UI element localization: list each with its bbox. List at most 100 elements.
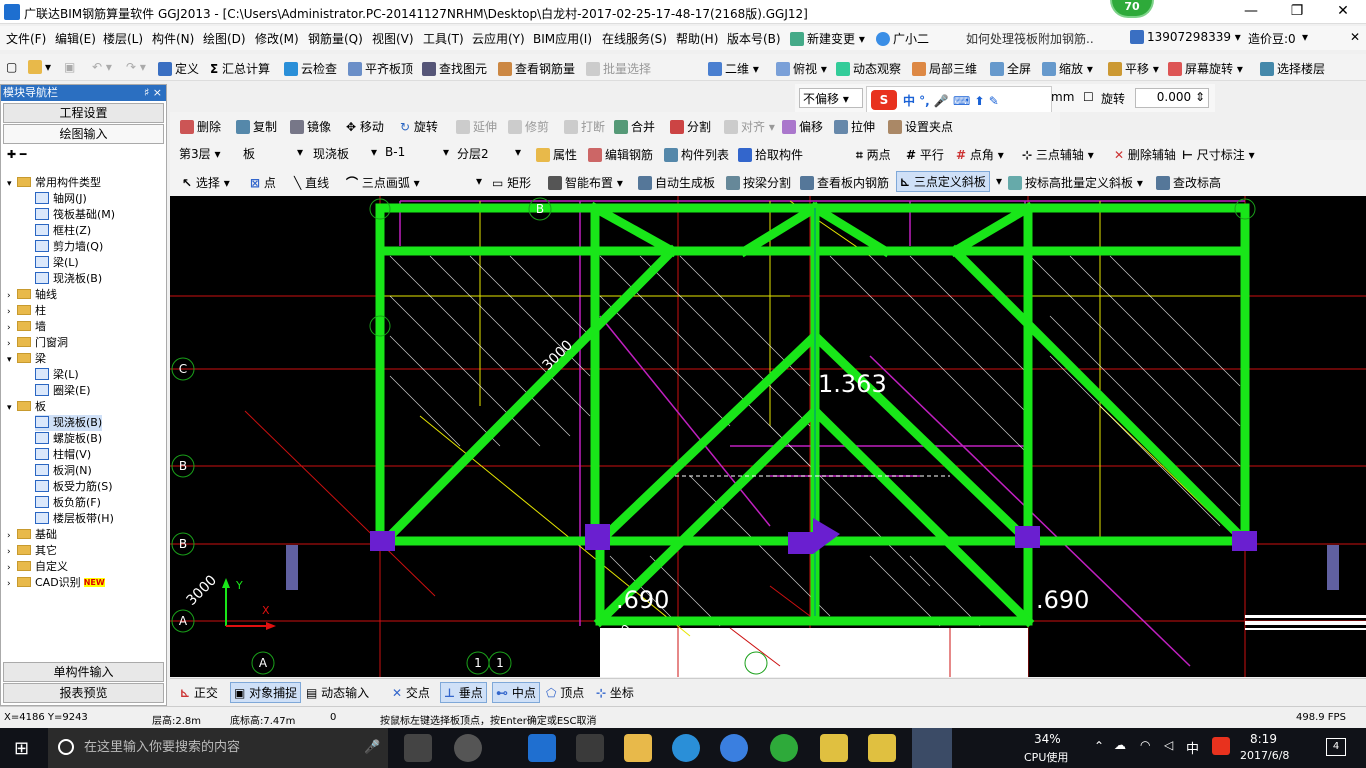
save-icon[interactable]: ▣ [64,60,75,74]
tree-folder[interactable]: › CAD识别 NEW [7,575,105,592]
tree-item[interactable]: 筏板基础(M) [35,207,115,223]
select-button[interactable]: ↖ 选择 ▾ [182,174,230,191]
tree-item[interactable]: 圈梁(E) [35,383,91,399]
rotate-checkbox[interactable]: ☐ [1083,90,1094,104]
arc-button[interactable]: ⌒ 三点画弧 ▾ [346,174,420,191]
cloud-check-button[interactable]: 云检查 [284,60,337,77]
menu-edit[interactable]: 编辑(E) [55,30,96,47]
break-button[interactable]: 打断 [564,118,605,135]
ortho-toggle[interactable]: ⊾ 正交 [180,684,218,701]
tree-item[interactable]: 现浇板(B) [35,271,102,287]
mic-icon[interactable]: 🎤 [364,728,380,768]
top-view-button[interactable]: 俯视 ▾ [776,60,827,77]
flush-slab-top-button[interactable]: 平齐板顶 [348,60,413,77]
view-slab-rebar-button[interactable]: 查看板内钢筋 [800,174,889,191]
select-floor-button[interactable]: 选择楼层 [1260,60,1325,77]
sogou-tray-icon[interactable] [1212,737,1230,755]
tree-item[interactable]: 柱帽(V) [35,447,91,463]
single-component-button[interactable]: 单构件输入 [3,662,164,682]
price-dropdown-icon[interactable]: ▾ [1302,30,1308,44]
align-button[interactable]: 对齐 ▾ [724,118,775,135]
restore-button[interactable]: ❐ [1274,0,1320,24]
glodon-app-icon[interactable] [672,734,700,762]
menu-cloud[interactable]: 云应用(Y) [472,30,525,47]
subtype-select[interactable]: 现浇板 ▾ [310,144,380,164]
screen-rotate-button[interactable]: 屏幕旋转 ▾ [1168,60,1243,77]
menu-bim[interactable]: BIM应用(I) [533,30,592,47]
app-spiral-icon[interactable] [454,734,482,762]
rotate-button[interactable]: ↻ 旋转 [400,118,438,135]
active-app-icon[interactable] [912,728,952,768]
smart-layout-button[interactable]: 智能布置 ▾ [548,174,623,191]
type-select[interactable]: 板 ▾ [240,144,306,164]
vertex-snap[interactable]: ⬠ 顶点 [546,684,584,701]
two-point-axis-button[interactable]: ⌗ 两点 [856,146,891,163]
view-2d-button[interactable]: 二维 ▾ [708,60,759,77]
drawing-input-button[interactable]: 绘图输入 [3,124,164,144]
perpendicular-snap[interactable]: ⊥ 垂点 [440,682,487,703]
tree-folder[interactable]: › 自定义 [7,559,68,576]
help-app-icon[interactable] [868,734,896,762]
expand-all-icon[interactable]: ✚ [7,148,16,161]
dimension-button[interactable]: ⊢ 尺寸标注 ▾ [1182,146,1255,163]
component-select[interactable]: B-1 ▾ [382,144,452,164]
tree-item[interactable]: 梁(L) [35,255,79,271]
notification-center-icon[interactable]: 4 [1326,738,1346,756]
collapse-all-icon[interactable]: ━ [20,148,27,161]
tree-item[interactable]: 剪力墙(Q) [35,239,103,255]
edge-browser-icon[interactable] [528,734,556,762]
store-icon[interactable] [576,734,604,762]
tree-item[interactable]: 梁(L) [35,367,79,383]
expand-icon[interactable]: › [7,288,17,304]
orbit-button[interactable]: 动态观察 [836,60,901,77]
ime-chinese-icon[interactable]: 中 °, 🎤 ⌨ ⬆ ✎ [903,92,999,109]
batch-select-button[interactable]: 批量选择 [586,60,651,77]
new-change-button[interactable]: 新建变更 ▾ [790,30,865,47]
expand-icon[interactable]: › [7,560,17,576]
tree-item[interactable]: 螺旋板(B) [35,431,102,447]
zoom-button[interactable]: 缩放 ▾ [1042,60,1093,77]
task-view-icon[interactable] [404,734,432,762]
tree-item[interactable]: 板受力筋(S) [35,479,113,495]
open-folder-icon[interactable]: ▾ [28,60,51,74]
file-explorer-icon[interactable] [624,734,652,762]
volume-icon[interactable]: ◁ [1164,738,1173,752]
offset-mode-select[interactable]: 不偏移 ▾ [799,88,863,108]
ime-indicator[interactable]: 中 [1186,738,1199,757]
windows-start-icon[interactable]: ⊞ [14,738,29,759]
parallel-axis-button[interactable]: # 平行 [906,146,944,163]
extend-button[interactable]: 延伸 [456,118,497,135]
component-list-button[interactable]: 构件列表 [664,146,729,163]
green-app-icon[interactable] [770,734,798,762]
edit-rebar-button[interactable]: 编辑钢筋 [588,146,653,163]
notification-badge[interactable]: 70 [1110,0,1154,18]
split-button[interactable]: 分割 [670,118,711,135]
collapse-icon[interactable]: ▾ [7,176,17,192]
undo-icon[interactable]: ↶ ▾ [92,60,112,74]
coordinate-snap[interactable]: ⊹ 坐标 [596,684,634,701]
auto-slab-button[interactable]: 自动生成板 [638,174,715,191]
tray-network-icon[interactable]: ☁ [1114,738,1126,752]
view-rebar-button[interactable]: 查看钢筋量 [498,60,575,77]
question-link[interactable]: 如何处理筏板附加钢筋.. [966,30,1094,47]
tree-folder[interactable]: ▾ 板 [7,399,46,416]
tree-folder[interactable]: › 其它 [7,543,57,560]
menu-component[interactable]: 构件(N) [152,30,194,47]
move-button[interactable]: ✥ 移动 [346,118,384,135]
tree-item[interactable]: 轴网(J) [35,191,87,207]
copy-button[interactable]: 复制 [236,118,277,135]
rectangle-button[interactable]: ▭ 矩形 [492,174,531,191]
tree-folder[interactable]: › 轴线 [7,287,57,304]
define-button[interactable]: 定义 [158,60,199,77]
tray-chevron-icon[interactable]: ⌃ [1094,739,1104,753]
tree-folder[interactable]: › 基础 [7,527,57,544]
midpoint-snap[interactable]: ⊷ 中点 [492,682,540,703]
drawing-canvas[interactable]: C B B A A 1 1 2 B 3000 3000 3000 1.363 .… [170,196,1366,677]
new-file-icon[interactable]: ▢ [6,60,17,74]
three-point-axis-button[interactable]: ⊹ 三点辅轴 ▾ [1022,146,1094,163]
local-3d-button[interactable]: 局部三维 [912,60,977,77]
clock-time[interactable]: 8:19 [1250,732,1277,746]
tree-item[interactable]: 板洞(N) [35,463,92,479]
expand-icon[interactable]: › [7,336,17,352]
redo-icon[interactable]: ↷ ▾ [126,60,146,74]
